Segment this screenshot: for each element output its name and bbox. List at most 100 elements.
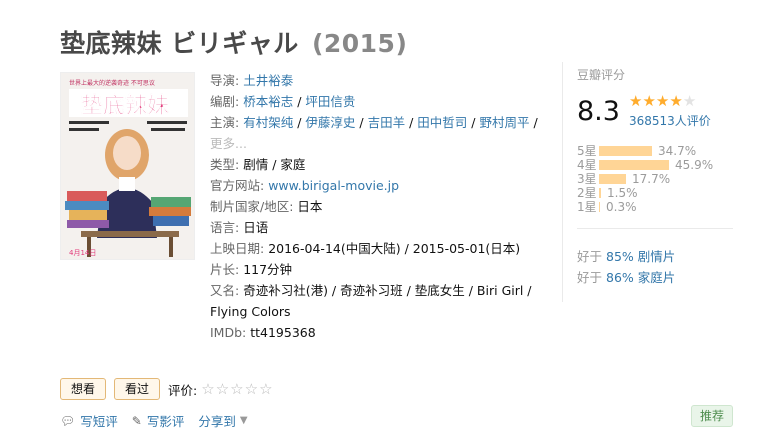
review-label: 写影评 [146, 414, 185, 429]
runtime-value: 117分钟 [243, 262, 293, 277]
rating-dist-pct: 1.5% [607, 186, 638, 200]
rating-dist-pct: 0.3% [606, 200, 637, 214]
better-than-row: 好于 86% 家庭片 [577, 267, 675, 288]
star-outline-icon[interactable]: ☆ [259, 380, 273, 398]
poster-date-text: 4月14日 [69, 249, 96, 257]
short-review-label: 写短评 [80, 414, 118, 429]
country-row: 制片国家/地区: 日本 [210, 199, 323, 214]
cast-link[interactable]: 田中哲司 [417, 115, 467, 130]
star-filled-icon: ★ [629, 92, 643, 110]
writer-label: 编剧 [210, 94, 236, 109]
rating-votes-link[interactable]: 368513人评价 [629, 112, 711, 129]
country-value: 日本 [297, 199, 323, 214]
star-outline-icon[interactable]: ☆ [216, 380, 230, 398]
better-pct-link[interactable]: 86% [606, 270, 634, 285]
share-label: 分享到 [198, 414, 236, 429]
better-than: 好于 85% 剧情片 好于 86% 家庭片 [577, 246, 675, 288]
star-filled-icon: ★ [642, 92, 656, 110]
more-row: 更多... [210, 133, 550, 154]
release-date: 2015-05-01(日本) [412, 241, 521, 256]
better-pct-link[interactable]: 85% [606, 249, 634, 264]
imdb-value: tt4195368 [250, 325, 316, 340]
movie-poster[interactable]: 世界上最大的逆袭奇迹 不可思议 垫底辣妹 4月14日 [60, 72, 195, 260]
pencil-icon: ✎ [131, 413, 142, 428]
more-cast-link[interactable]: 更多... [210, 136, 247, 151]
genre-value: 家庭 [280, 157, 306, 172]
rating-dist-row: 4星 45.9% [577, 158, 727, 172]
director-row: 导演: 土井裕泰 [210, 73, 294, 88]
action-bar: 想看 看过 评价: ☆☆☆☆☆ [60, 378, 274, 400]
share-link[interactable]: 分享到 ▼ [198, 411, 247, 430]
rating-distribution: 5星 34.7% 4星 45.9% 3星 17.7% 2星 1.5% 1星 0.3% [577, 144, 727, 214]
rating-dist-label: 4星 [577, 158, 597, 172]
rating-dist-row: 1星 0.3% [577, 200, 727, 214]
rating-dist-label: 2星 [577, 186, 597, 200]
speech-bubble-icon: 💬︎ [60, 413, 76, 428]
write-short-review-link[interactable]: 💬︎ 写短评 [60, 411, 118, 430]
rating-dist-row: 2星 1.5% [577, 186, 727, 200]
rating-dist-pct: 17.7% [632, 172, 671, 186]
language-row: 语言: 日语 [210, 220, 269, 235]
aka-value: 奇迹补习社(港) / 奇迹补习班 / 垫底女生 / Biri Girl / Fl… [210, 283, 532, 319]
release-date: 2016-04-14(中国大陆) [268, 241, 401, 256]
recommend-button[interactable]: 推荐 [691, 405, 733, 427]
writer-link[interactable]: 坪田信贵 [305, 94, 355, 109]
website-link[interactable]: www.birigal-movie.jp [268, 178, 399, 193]
imdb-row: IMDb: tt4195368 [210, 325, 316, 340]
write-review-link[interactable]: ✎ 写影评 [132, 411, 185, 430]
director-label: 导演 [210, 73, 236, 88]
write-links: 💬︎ 写短评 ✎ 写影评 分享到 ▼ [60, 411, 262, 430]
star-filled-icon: ★ [655, 92, 670, 110]
better-prefix: 好于 [577, 249, 603, 264]
release-label: 上映日期 [210, 241, 261, 256]
writer-link[interactable]: 桥本裕志 [243, 94, 293, 109]
rating-title: 豆瓣评分 [577, 68, 626, 82]
cast-link[interactable]: 有村架纯 [243, 115, 293, 130]
better-than-row: 好于 85% 剧情片 [577, 246, 675, 267]
poster-top-text: 世界上最大的逆袭奇迹 不可思议 [69, 79, 155, 87]
watched-button[interactable]: 看过 [114, 378, 161, 400]
star-outline-icon[interactable]: ☆ [230, 380, 244, 398]
genre-value: 剧情 [243, 157, 269, 172]
star-outline-icon[interactable]: ☆ [245, 380, 259, 398]
rating-dist-bar [599, 188, 601, 198]
website-row: 官方网站: www.birigal-movie.jp [210, 178, 400, 193]
movie-year: (2015) [311, 29, 408, 58]
rate-label: 评价: [168, 382, 198, 398]
rating-dist-label: 5星 [577, 144, 597, 158]
cast-link[interactable]: 吉田羊 [368, 115, 406, 130]
rating-score: 8.3 [577, 96, 620, 127]
user-rating-stars[interactable]: ☆☆☆☆☆ [201, 380, 273, 398]
better-genre-link[interactable]: 家庭片 [638, 270, 676, 285]
aka-row: 又名: 奇迹补习社(港) / 奇迹补习班 / 垫底女生 / Biri Girl … [210, 283, 532, 319]
rating-panel: 豆瓣评分 8.3 ★★★★★ 368513人评价 5星 34.7% 4星 45.9% 3… [562, 62, 733, 302]
genre-row: 类型: 剧情 / 家庭 [210, 157, 306, 172]
cast-label: 主演 [210, 115, 236, 130]
star-filled-icon: ★ [669, 92, 683, 110]
rating-dist-bar [599, 202, 600, 212]
runtime-label: 片长 [210, 262, 236, 277]
rating-dist-bar [599, 146, 652, 156]
cast-link[interactable]: 野村周平 [479, 115, 529, 130]
want-to-watch-button[interactable]: 想看 [60, 378, 107, 400]
better-genre-link[interactable]: 剧情片 [638, 249, 676, 264]
rating-stars: ★★★★★ [629, 92, 696, 110]
poster-title-text: 垫底辣妹 [81, 93, 170, 119]
movie-title: 垫底辣妹 ビリギャル [60, 29, 299, 58]
imdb-label: IMDb [210, 325, 243, 340]
star-empty-icon: ★ [682, 92, 697, 110]
star-outline-icon[interactable]: ☆ [201, 380, 215, 398]
genre-label: 类型 [210, 157, 236, 172]
language-label: 语言 [210, 220, 236, 235]
rating-dist-label: 1星 [577, 200, 597, 214]
rating-dist-pct: 34.7% [658, 144, 697, 158]
rating-divider [577, 228, 733, 229]
director-link[interactable]: 土井裕泰 [243, 73, 293, 88]
rating-dist-label: 3星 [577, 172, 597, 186]
rating-dist-pct: 45.9% [675, 158, 714, 172]
rating-dist-bar [599, 160, 669, 170]
better-prefix: 好于 [577, 270, 603, 285]
aka-label: 又名 [210, 283, 236, 298]
cast-link[interactable]: 伊藤淳史 [305, 115, 355, 130]
movie-info: 导演: 土井裕泰 编剧: 桥本裕志 / 坪田信贵 主演: 有村架纯 / 伊藤淳史… [210, 70, 550, 343]
